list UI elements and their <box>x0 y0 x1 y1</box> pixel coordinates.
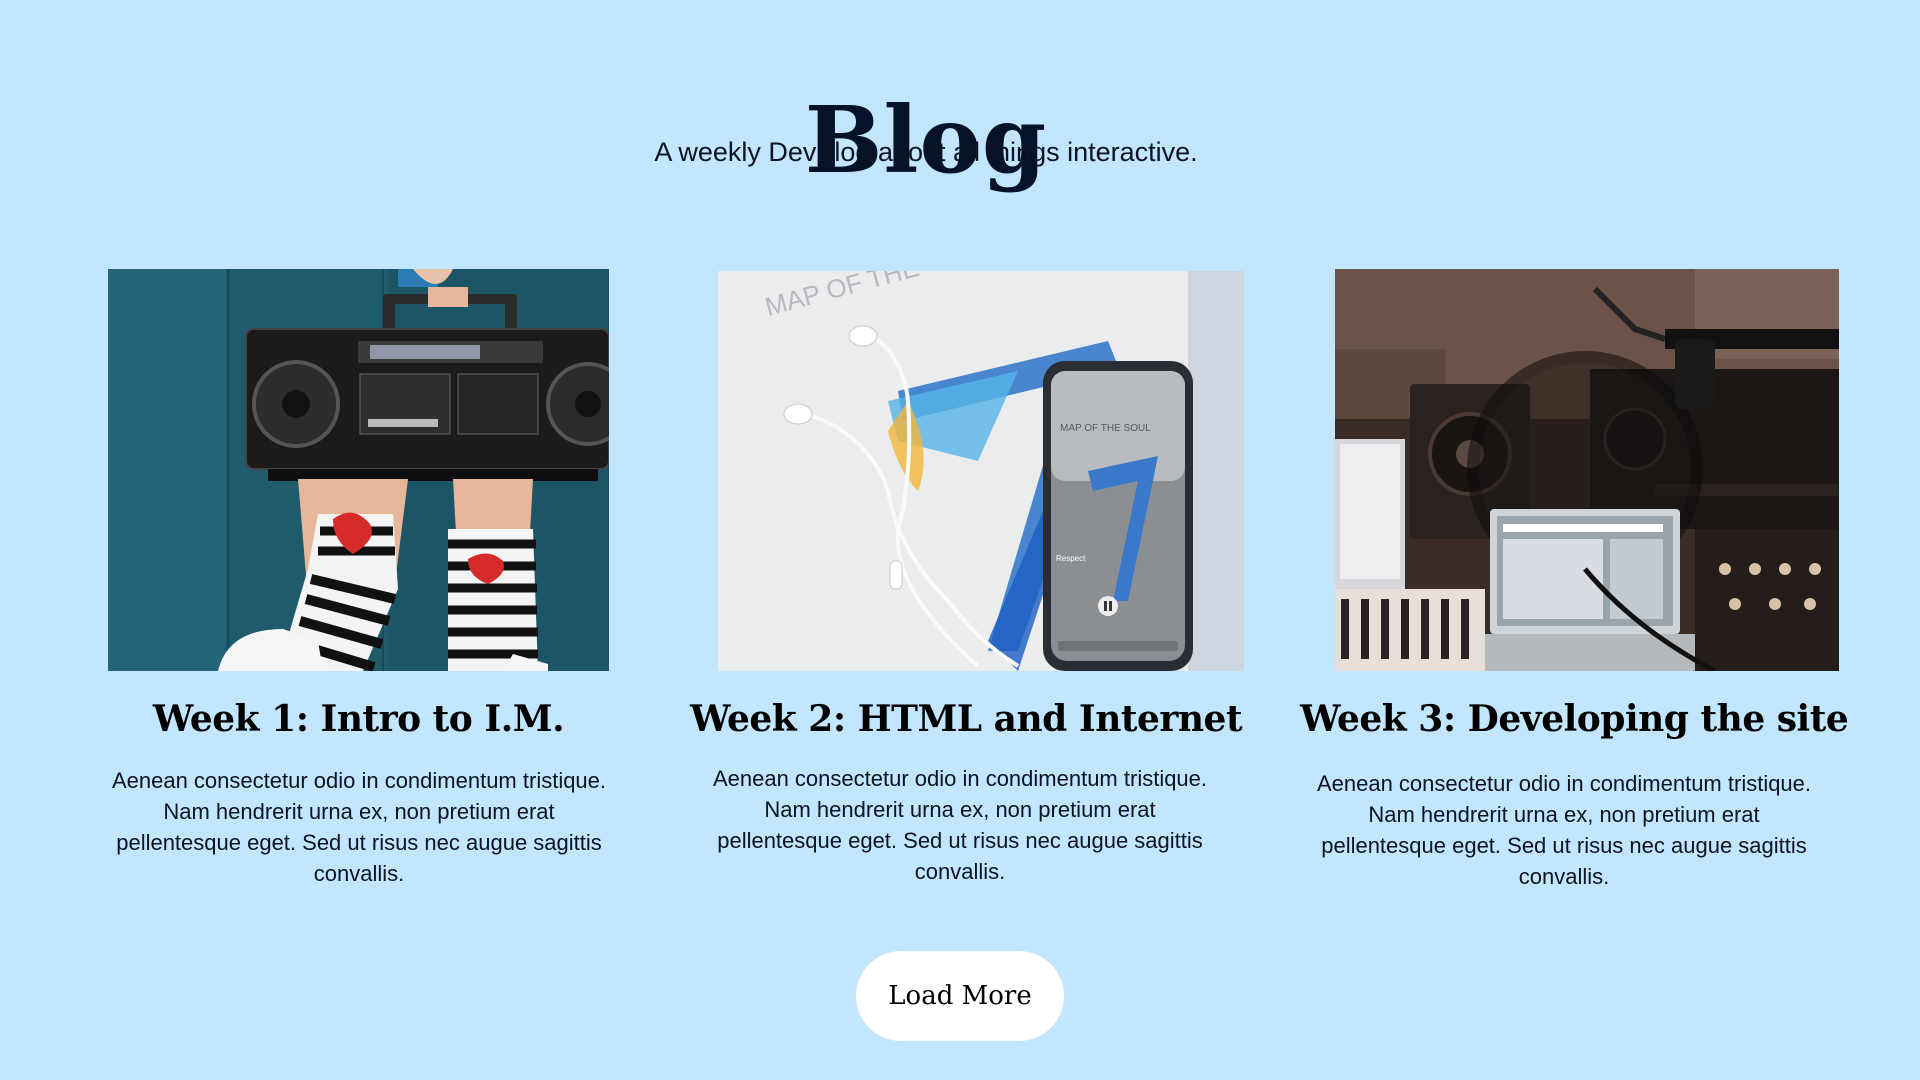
post-2-image[interactable]: MAP OF THE MAP OF THE SOUL Respect <box>718 271 1244 671</box>
phone-earphones-photo-icon: MAP OF THE MAP OF THE SOUL Respect <box>718 271 1244 671</box>
post-2-title[interactable]: Week 2: HTML and Internet <box>690 696 1243 742</box>
boombox-photo-icon <box>108 269 609 671</box>
post-1-image[interactable] <box>108 269 609 671</box>
page-subtitle: A weekly DevBlog about all things intera… <box>654 137 1198 167</box>
post-3-title[interactable]: Week 3: Developing the site <box>1300 696 1849 742</box>
recording-studio-photo-icon <box>1335 269 1839 671</box>
post-2-excerpt: Aenean consectetur odio in condimentum t… <box>712 766 1208 884</box>
svg-text:MAP OF THE SOUL: MAP OF THE SOUL <box>1060 423 1151 434</box>
post-3-excerpt: Aenean consectetur odio in condimentum t… <box>1316 771 1812 889</box>
post-3-image[interactable] <box>1335 269 1839 671</box>
svg-text:Respect: Respect <box>1056 554 1086 563</box>
post-1-excerpt: Aenean consectetur odio in condimentum t… <box>111 768 607 886</box>
post-1-title[interactable]: Week 1: Intro to I.M. <box>108 696 609 742</box>
load-more-button[interactable]: Load More <box>856 951 1064 1041</box>
